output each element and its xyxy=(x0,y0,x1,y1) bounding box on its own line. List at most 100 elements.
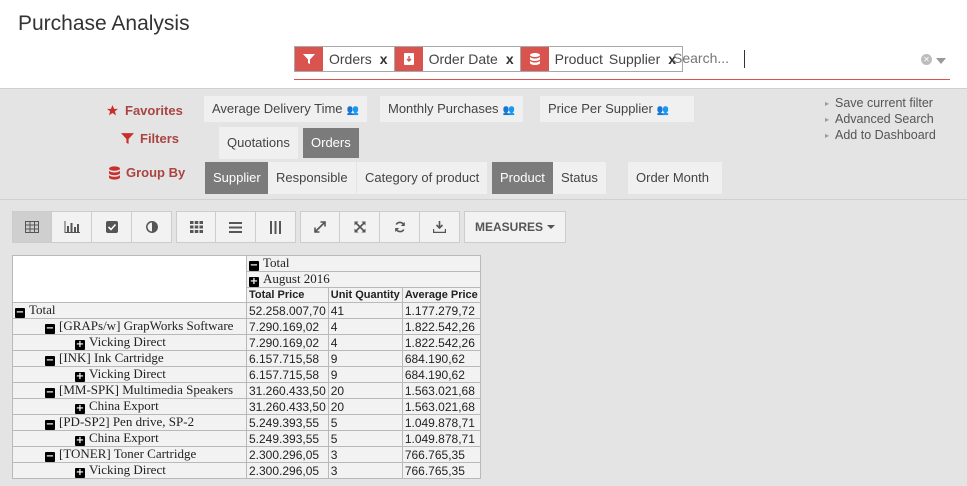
advanced-search-link[interactable]: Advanced Search xyxy=(825,112,936,128)
cell-value: 3 xyxy=(327,446,403,463)
add-to-dashboard-link[interactable]: Add to Dashboard xyxy=(825,128,936,144)
row-layout-icon xyxy=(229,221,242,233)
row-header-label: [PD-SP2] Pen drive, SP-2 xyxy=(59,414,195,429)
row-header[interactable]: + China Export xyxy=(12,398,247,415)
collapse-icon: − xyxy=(45,419,55,430)
groupby-status[interactable]: Status xyxy=(553,162,606,194)
groupby-supplier[interactable]: Supplier xyxy=(205,162,269,194)
table-row: − [MM-SPK] Multimedia Speakers 31.260.433,… xyxy=(12,382,481,399)
heatmap-button[interactable] xyxy=(176,211,216,243)
page-title: Purchase Analysis xyxy=(18,12,190,35)
cell-value: 7.290.169,02 xyxy=(246,334,329,351)
row-header[interactable]: − [INK] Ink Cartridge xyxy=(12,350,247,367)
facet-remove-button[interactable]: x xyxy=(376,47,394,71)
measure-header[interactable]: Average Price xyxy=(401,287,481,303)
row-header-label: [INK] Ink Cartridge xyxy=(59,350,164,365)
expand-button[interactable] xyxy=(300,211,340,243)
cell-value: 6.157.715,58 xyxy=(246,366,329,383)
filter-quotations[interactable]: Quotations xyxy=(219,127,298,159)
cell-value: 2.300.296,05 xyxy=(246,446,329,463)
database-icon xyxy=(520,47,549,71)
column-layout-button[interactable] xyxy=(256,211,296,243)
filter-orders[interactable]: Orders xyxy=(303,128,359,158)
bar-chart-view-button[interactable] xyxy=(52,211,92,243)
expand-icon: + xyxy=(75,403,85,414)
view-switcher xyxy=(12,211,172,243)
groupby-responsible[interactable]: Responsible xyxy=(268,162,356,194)
measure-header[interactable]: Unit Quantity xyxy=(327,287,403,303)
users-icon: 👥 xyxy=(656,105,670,116)
save-current-filter-link[interactable]: Save current filter xyxy=(825,96,936,112)
filter-icon xyxy=(295,47,323,71)
favorite-monthly-purchases[interactable]: Monthly Purchases 👥 xyxy=(380,96,524,122)
col-header-month[interactable]: + August 2016 xyxy=(246,271,481,288)
line-chart-icon xyxy=(105,221,118,233)
facet-filter[interactable]: Orders x xyxy=(294,46,395,72)
facet-product-supplier[interactable]: Product Supplier x xyxy=(520,46,684,72)
facet-remove-button[interactable]: x xyxy=(502,47,520,71)
table-row: + Vicking Direct 7.290.169,02 4 1.822.542,26 xyxy=(12,334,481,351)
measures-dropdown[interactable]: MEASURES xyxy=(464,211,566,243)
cell-value: 1.822.542,26 xyxy=(401,318,481,335)
line-chart-view-button[interactable] xyxy=(92,211,132,243)
expand-icon: + xyxy=(75,371,85,382)
cell-value: 52.258.007,70 xyxy=(246,302,329,319)
download-icon xyxy=(433,221,446,233)
search-underline xyxy=(294,79,950,80)
row-layout-button[interactable] xyxy=(216,211,256,243)
cell-value: 2.300.296,05 xyxy=(246,462,329,479)
collapse-icon: − xyxy=(15,307,25,318)
row-header[interactable]: − [GRAPs/w] GrapWorks Software xyxy=(12,318,247,335)
search-options-panel: Favorites Filters Group By Average Deliv… xyxy=(0,89,967,200)
caret-down-icon xyxy=(547,225,555,229)
favorites-label: Favorites xyxy=(125,103,183,118)
control-panel: Purchase Analysis Orders x Order Date x … xyxy=(0,0,967,89)
groupby-product[interactable]: Product xyxy=(492,162,553,194)
measure-header[interactable]: Total Price xyxy=(246,287,329,303)
table-row: − Total 52.258.007,70 41 1.177.279,72 xyxy=(12,302,481,319)
pivot-actions xyxy=(300,211,460,243)
row-header[interactable]: + Vicking Direct xyxy=(12,334,247,351)
users-icon: 👥 xyxy=(502,105,516,116)
expand-icon: + xyxy=(249,276,259,287)
row-header[interactable]: − [MM-SPK] Multimedia Speakers xyxy=(12,382,247,399)
groupby-order-month[interactable]: Order Month xyxy=(628,162,722,194)
cell-value: 31.260.433,50 xyxy=(246,398,329,415)
row-header[interactable]: − [PD-SP2] Pen drive, SP-2 xyxy=(12,414,247,431)
pie-chart-view-button[interactable] xyxy=(132,211,172,243)
swap-axis-button[interactable] xyxy=(380,211,420,243)
facet-order-date[interactable]: Order Date x xyxy=(394,46,521,72)
pivot-view-button[interactable] xyxy=(12,211,52,243)
row-header[interactable]: + China Export xyxy=(12,430,247,447)
row-header[interactable]: + Vicking Direct xyxy=(12,462,247,479)
expand-all-button[interactable] xyxy=(340,211,380,243)
facet-value: Supplier xyxy=(608,51,661,67)
bar-chart-icon xyxy=(64,221,80,233)
swap-axis-icon xyxy=(394,221,405,233)
row-header-label: [TONER] Toner Cartridge xyxy=(59,446,197,461)
download-button[interactable] xyxy=(420,211,460,243)
search-options-caret-icon[interactable] xyxy=(936,58,946,64)
view-toolbar: MEASURES xyxy=(12,211,566,243)
cell-value: 1.049.878,71 xyxy=(401,414,481,431)
facet-values: Product Supplier xyxy=(549,47,665,71)
layout-switcher xyxy=(176,211,296,243)
col-header-total[interactable]: − Total xyxy=(246,255,481,272)
expand-icon: + xyxy=(75,339,85,350)
facet-value: Product xyxy=(554,51,603,67)
row-header-label: [GRAPs/w] GrapWorks Software xyxy=(59,318,234,333)
expand-icon: + xyxy=(75,435,85,446)
text-cursor xyxy=(744,50,745,68)
row-header[interactable]: − [TONER] Toner Cartridge xyxy=(12,446,247,463)
column-layout-icon xyxy=(270,220,281,234)
pivot-table: − Total + August 2016 Total Price Unit Qua… xyxy=(12,255,481,479)
row-header[interactable]: − Total xyxy=(12,302,247,319)
groupby-category-of-product[interactable]: Category of product xyxy=(357,162,488,194)
favorite-label: Average Delivery Time xyxy=(212,101,343,116)
clear-search-icon[interactable]: ✕ xyxy=(921,54,932,65)
favorite-average-delivery-time[interactable]: Average Delivery Time 👥 xyxy=(204,96,367,122)
row-header[interactable]: + Vicking Direct xyxy=(12,366,247,383)
search-input[interactable] xyxy=(673,50,733,66)
collapse-all-icon xyxy=(353,221,366,233)
favorite-price-per-supplier[interactable]: Price Per Supplier 👥 xyxy=(540,96,694,122)
